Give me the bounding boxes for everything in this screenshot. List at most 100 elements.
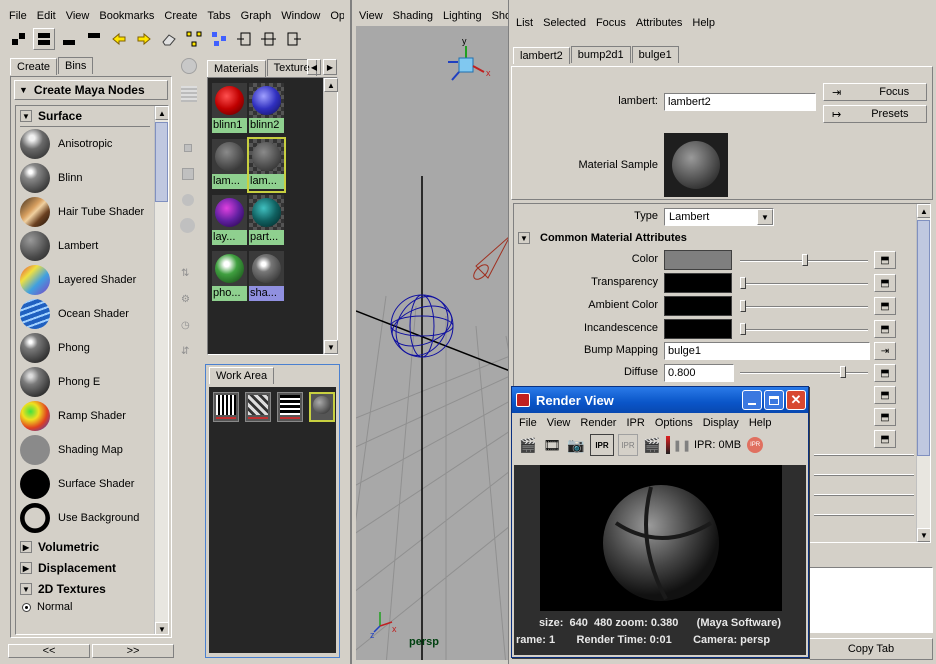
small-square-icon[interactable]	[184, 144, 192, 152]
diffuse-field[interactable]: 0.800	[664, 364, 734, 382]
render-image-area[interactable]: size: 640 480 zoom: 0.380 (Maya Software…	[514, 465, 806, 655]
node-name-field[interactable]: lambert2	[664, 93, 816, 111]
ipr-refresh-icon[interactable]: IPR	[618, 434, 638, 456]
input-output-icon[interactable]	[258, 28, 280, 50]
map-button-icon[interactable]: ⬒	[874, 386, 896, 404]
menu-attributes[interactable]: Attributes	[631, 14, 687, 32]
map-button-icon[interactable]: ⬒	[874, 274, 896, 292]
tab-bulge1[interactable]: bulge1	[631, 46, 679, 63]
work-area-graph[interactable]	[209, 387, 336, 653]
diffuse-slider[interactable]	[740, 366, 868, 378]
redo-render-icon[interactable]: 🎞	[542, 434, 562, 456]
eraser-icon[interactable]	[158, 28, 180, 50]
color-swatch[interactable]	[664, 250, 732, 270]
small-square-icon[interactable]	[182, 168, 194, 180]
focus-button[interactable]: ⇥ Focus	[823, 83, 927, 101]
tab-bins[interactable]: Bins	[58, 57, 94, 74]
node-row-use-background[interactable]: Use Background	[16, 501, 168, 535]
rv-menu-file[interactable]: File	[514, 414, 542, 432]
rv-menu-view[interactable]: View	[542, 414, 576, 432]
sort-time-icon[interactable]: ◷	[181, 320, 197, 336]
tab-work-area[interactable]: Work Area	[209, 367, 275, 384]
work-node-icon[interactable]	[213, 392, 239, 422]
scroll-up-icon[interactable]: ▲	[155, 106, 168, 120]
work-node-icon[interactable]	[245, 392, 271, 422]
attr-slider[interactable]	[740, 277, 868, 289]
attr-slider[interactable]	[740, 254, 868, 266]
work-node-lambert-icon[interactable]	[309, 392, 335, 422]
menu-view[interactable]: View	[61, 7, 95, 25]
material-swatch[interactable]: blinn1	[212, 83, 247, 135]
ipr-render-icon[interactable]: IPR	[590, 434, 614, 456]
material-swatch[interactable]: lam...	[247, 137, 286, 193]
scroll-thumb[interactable]	[917, 220, 930, 456]
rv-menu-display[interactable]: Display	[698, 414, 744, 432]
material-swatch[interactable]: part...	[249, 195, 284, 247]
tab-bump2d1[interactable]: bump2d1	[570, 46, 631, 63]
tab-materials[interactable]: Materials	[207, 60, 266, 77]
node-row-blinn[interactable]: Blinn	[16, 161, 168, 195]
color-swatch[interactable]	[664, 296, 732, 316]
node-row-layered-shader[interactable]: Layered Shader	[16, 263, 168, 297]
menu-create[interactable]: Create	[159, 7, 202, 25]
section-volumetric[interactable]: ▶ Volumetric	[16, 537, 168, 557]
scroll-down-icon[interactable]: ▼	[155, 622, 168, 634]
pause-icon[interactable]: ❚❚	[673, 434, 691, 456]
arrow-right-icon[interactable]	[133, 28, 155, 50]
tabs-right-arrow-icon[interactable]: ▶	[323, 59, 337, 75]
menu-lighting[interactable]: Lighting	[438, 7, 487, 25]
material-swatch[interactable]: blinn2	[249, 83, 284, 135]
attributes-scrollbar[interactable]: ▲ ▼	[916, 204, 930, 542]
map-button-icon[interactable]: ⬒	[874, 251, 896, 269]
menu-graph[interactable]: Graph	[236, 7, 277, 25]
notes-area[interactable]	[809, 567, 933, 633]
attr-slider-knob[interactable]	[740, 300, 746, 312]
rv-menu-options[interactable]: Options	[650, 414, 698, 432]
menu-edit[interactable]: Edit	[32, 7, 61, 25]
node-row-ocean-shader[interactable]: Ocean Shader	[16, 297, 168, 331]
tab-create[interactable]: Create	[10, 58, 58, 75]
rv-menu-render[interactable]: Render	[575, 414, 621, 432]
render-clapper-icon[interactable]: 🎬	[518, 434, 538, 456]
menu-view[interactable]: View	[354, 7, 388, 25]
rv-menu-ipr[interactable]: IPR	[621, 414, 649, 432]
sort-reverse-icon[interactable]: ⇵	[181, 346, 197, 362]
menu-help[interactable]: Help	[687, 14, 720, 32]
render-region-icon[interactable]: 🎬	[642, 434, 662, 456]
scroll-thumb[interactable]	[155, 122, 168, 202]
work-node-icon[interactable]	[277, 392, 303, 422]
grid-icon[interactable]	[181, 86, 197, 102]
arrow-left-icon[interactable]	[108, 28, 130, 50]
menu-list[interactable]: List	[511, 14, 538, 32]
map-button-icon[interactable]: ⬒	[874, 320, 896, 338]
menu-focus[interactable]: Focus	[591, 14, 631, 32]
menu-shading[interactable]: Shading	[388, 7, 438, 25]
bump-map-navigate-icon[interactable]: ⇥	[874, 342, 896, 360]
diffuse-map-icon[interactable]: ⬒	[874, 364, 896, 382]
network-icon[interactable]	[208, 28, 230, 50]
attr-slider-knob[interactable]	[740, 323, 746, 335]
create-maya-nodes-header[interactable]: ▼ Create Maya Nodes	[14, 80, 168, 100]
snapshot-camera-icon[interactable]: 📷	[566, 434, 586, 456]
graph-nodes-icon[interactable]	[8, 28, 30, 50]
sort-type-icon[interactable]: ⚙	[181, 294, 197, 310]
tab-lambert2[interactable]: lambert2	[513, 47, 570, 64]
node-row-ramp-shader[interactable]: Ramp Shader	[16, 399, 168, 433]
layout-top-icon[interactable]	[33, 28, 55, 50]
tabs-left-arrow-icon[interactable]: ◀	[307, 59, 321, 75]
layout-bottom-icon[interactable]	[58, 28, 80, 50]
layout-single-icon[interactable]	[83, 28, 105, 50]
map-button-icon[interactable]: ⬒	[874, 408, 896, 426]
normal-radio[interactable]: Normal	[16, 599, 168, 615]
scroll-down-icon[interactable]: ▼	[324, 340, 338, 354]
minimize-icon[interactable]	[742, 390, 762, 410]
menu-show[interactable]: Sho	[487, 7, 510, 25]
color-swatch[interactable]	[664, 273, 732, 293]
menu-window[interactable]: Window	[276, 7, 325, 25]
materials-scrollbar[interactable]: ▲ ▼	[323, 78, 338, 354]
node-list-scrollbar[interactable]: ▲ ▼	[154, 106, 168, 634]
maximize-icon[interactable]	[764, 390, 784, 410]
scroll-up-icon[interactable]: ▲	[917, 204, 930, 218]
render-view-titlebar[interactable]: Render View ✕	[512, 387, 808, 413]
copy-tab-button[interactable]: Copy Tab	[809, 638, 933, 660]
